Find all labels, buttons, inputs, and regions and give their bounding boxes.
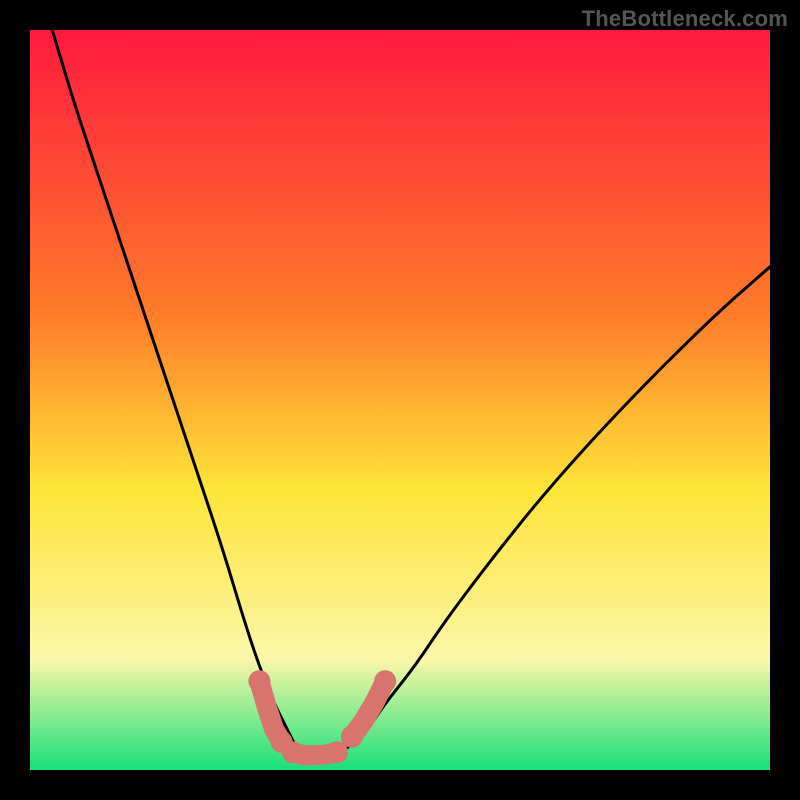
watermark-text: TheBottleneck.com <box>582 6 788 32</box>
marker-dot <box>341 726 363 748</box>
chart-svg <box>30 30 770 770</box>
chart-frame: TheBottleneck.com <box>0 0 800 800</box>
gradient-background <box>30 30 770 770</box>
marker-dot <box>282 741 304 763</box>
marker-dot <box>248 670 270 692</box>
plot-area <box>30 30 770 770</box>
marker-dot <box>374 670 396 692</box>
